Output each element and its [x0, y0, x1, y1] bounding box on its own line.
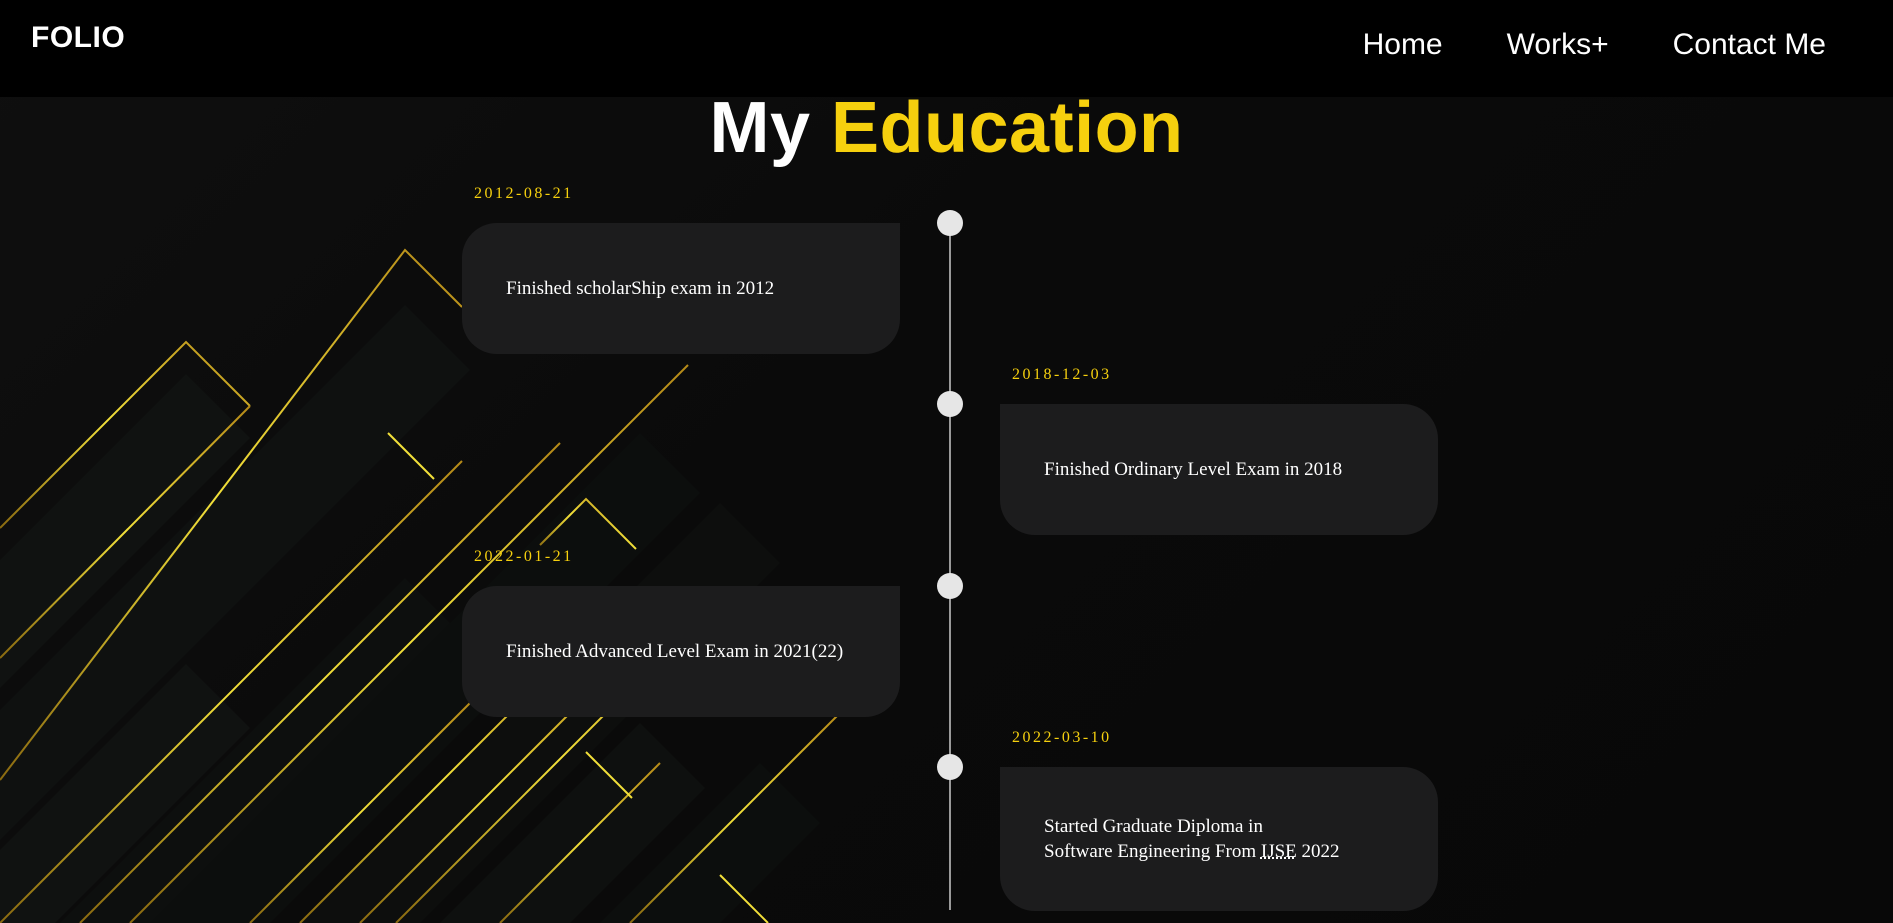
- nav-works-link[interactable]: Works+: [1507, 28, 1609, 62]
- navbar: FOLIO Home Works+ Contact Me: [0, 0, 1893, 97]
- timeline-card: Started Graduate Diploma in Software Eng…: [1000, 767, 1438, 911]
- main-nav: Home Works+ Contact Me: [1299, 28, 1826, 62]
- ijse-abbreviation: IJSE: [1260, 841, 1297, 862]
- timeline-card: Finished Advanced Level Exam in 2021(22): [462, 586, 900, 717]
- timeline-dot: [937, 754, 963, 780]
- logo[interactable]: FOLIO: [31, 21, 125, 55]
- timeline-card-text: Finished scholarShip exam in 2012: [506, 278, 775, 299]
- section-title-part1: My: [709, 88, 811, 168]
- timeline-dot: [937, 391, 963, 417]
- timeline-card: Finished Ordinary Level Exam in 2018: [1000, 404, 1438, 535]
- timeline-dot: [937, 573, 963, 599]
- timeline-date: 2022-03-10: [1012, 729, 1112, 746]
- timeline-card: Finished scholarShip exam in 2012: [462, 223, 900, 354]
- timeline-date: 2012-08-21: [474, 185, 574, 202]
- timeline-date: 2022-01-21: [474, 548, 574, 565]
- section-title: My Education: [0, 88, 1893, 168]
- timeline-date: 2018-12-03: [1012, 366, 1112, 383]
- timeline-card-text: Finished Ordinary Level Exam in 2018: [1044, 459, 1343, 480]
- nav-contact-link[interactable]: Contact Me: [1673, 28, 1826, 62]
- timeline-card-text-line1: Started Graduate Diploma in: [1044, 816, 1263, 837]
- timeline-card-text-line2-pre: Software Engineering From: [1044, 841, 1261, 862]
- timeline-card-text: Finished Advanced Level Exam in 2021(22): [506, 641, 844, 662]
- timeline-line: [949, 223, 951, 910]
- timeline-dot: [937, 210, 963, 236]
- timeline-card-text-line2-post: 2022: [1296, 841, 1340, 862]
- timeline-card-text: Started Graduate Diploma in Software Eng…: [1044, 814, 1340, 864]
- nav-home-link[interactable]: Home: [1363, 28, 1443, 62]
- section-title-part2: Education: [831, 88, 1184, 168]
